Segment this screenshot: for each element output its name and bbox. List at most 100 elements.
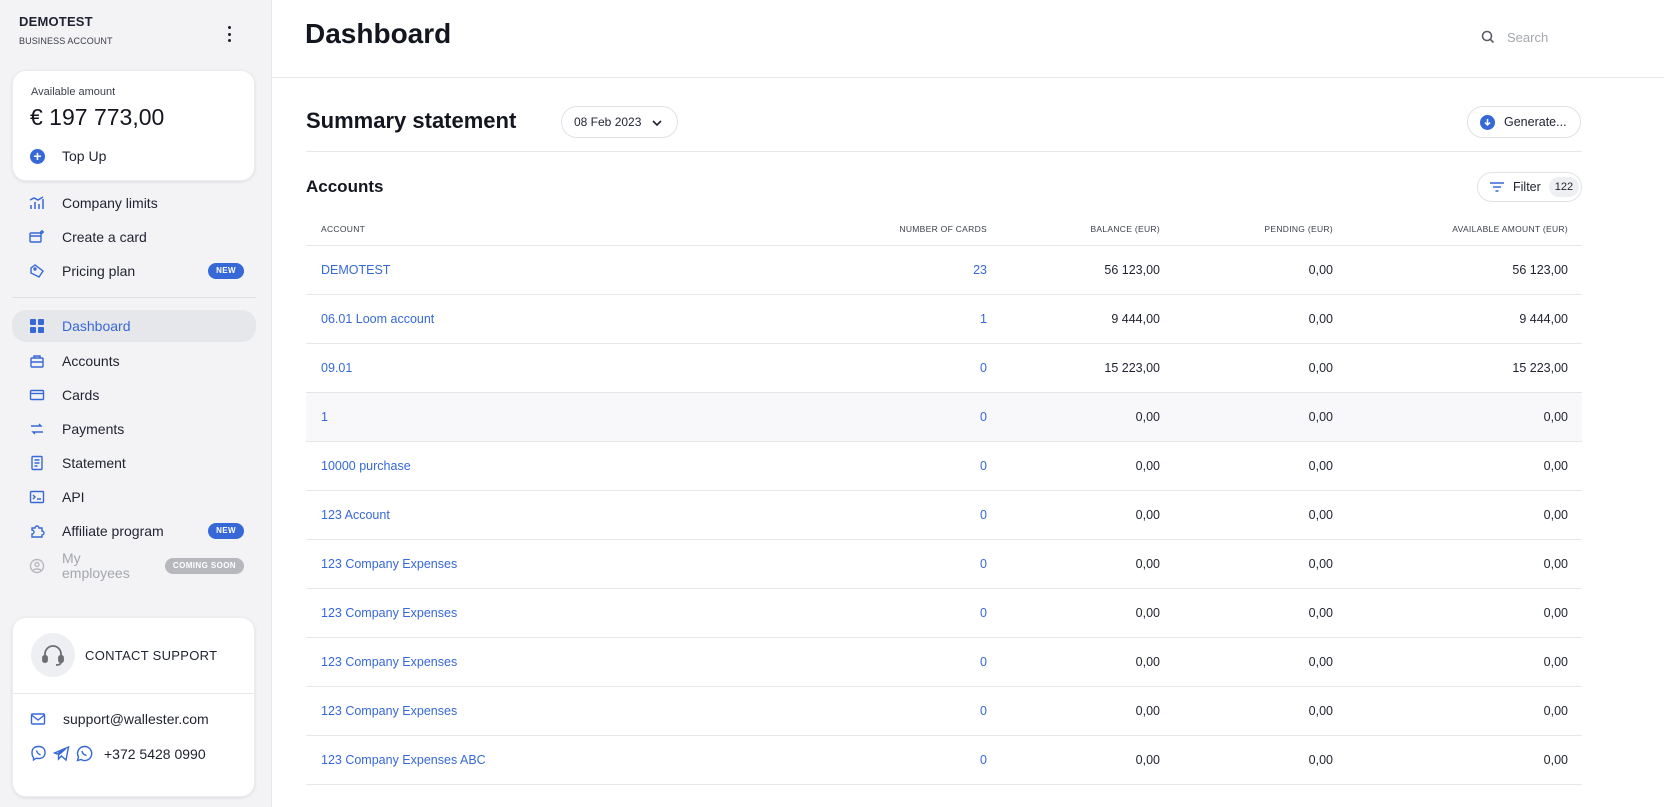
sidebar-item-label: My employees bbox=[62, 550, 130, 581]
column-header-balance[interactable]: BALANCE (EUR) bbox=[987, 224, 1160, 234]
support-email-link[interactable]: support@wallester.com bbox=[30, 711, 209, 727]
table-row[interactable]: 06.01 Loom account 1 9 444,00 0,00 9 444,00 bbox=[306, 295, 1582, 344]
available-cell: 0,00 bbox=[1543, 655, 1568, 669]
card-count-link[interactable]: 0 bbox=[865, 704, 987, 718]
credit-card-icon bbox=[29, 387, 45, 403]
puzzle-icon bbox=[29, 523, 45, 539]
more-options-icon[interactable] bbox=[224, 26, 234, 42]
account-name-link[interactable]: 123 Account bbox=[306, 508, 865, 522]
sidebar-item-payments[interactable]: Payments bbox=[12, 412, 256, 446]
account-name-link[interactable]: 123 Company Expenses ABC bbox=[306, 753, 865, 767]
table-row[interactable]: DEMOTEST 23 56 123,00 0,00 56 123,00 bbox=[306, 246, 1582, 295]
table-row[interactable]: 1 0 0,00 0,00 0,00 bbox=[306, 393, 1582, 442]
column-header-cards[interactable]: NUMBER OF CARDS bbox=[865, 224, 987, 234]
balance-cell: 0,00 bbox=[1135, 508, 1160, 522]
main-nav: Dashboard Accounts Cards Payments Statem… bbox=[12, 310, 256, 584]
filter-icon bbox=[1489, 180, 1505, 194]
coming-soon-badge: COMING SOON bbox=[164, 558, 244, 574]
top-up-label: Top Up bbox=[62, 148, 107, 164]
bar-chart-icon bbox=[29, 195, 45, 211]
sidebar-item-create-card[interactable]: Create a card bbox=[12, 220, 256, 254]
support-card: CONTACT SUPPORT support@wallester.com +3… bbox=[12, 617, 255, 797]
pending-cell: 0,00 bbox=[1308, 753, 1333, 767]
card-count-link[interactable]: 0 bbox=[865, 361, 987, 375]
search-input[interactable]: Search bbox=[1480, 25, 1600, 49]
card-count-link[interactable]: 0 bbox=[865, 508, 987, 522]
sidebar-item-cards[interactable]: Cards bbox=[12, 378, 256, 412]
sidebar-item-dashboard[interactable]: Dashboard bbox=[12, 310, 256, 342]
new-badge: NEW bbox=[208, 523, 244, 539]
user-circle-icon bbox=[29, 558, 45, 574]
available-cell: 0,00 bbox=[1543, 557, 1568, 571]
telegram-icon[interactable] bbox=[53, 745, 70, 762]
card-plus-icon bbox=[29, 229, 45, 245]
briefcase-icon bbox=[29, 353, 45, 369]
table-row[interactable]: 09.01 0 15 223,00 0,00 15 223,00 bbox=[306, 344, 1582, 393]
top-up-button[interactable]: + Top Up bbox=[30, 148, 106, 164]
pending-cell: 0,00 bbox=[1308, 263, 1333, 277]
account-name-link[interactable]: 1 bbox=[306, 410, 865, 424]
download-icon bbox=[1480, 114, 1495, 130]
sidebar-item-affiliate-program[interactable]: Affiliate program NEW bbox=[12, 514, 256, 548]
tag-icon bbox=[29, 263, 45, 279]
sidebar-item-label: Pricing plan bbox=[62, 263, 136, 279]
sidebar-item-api[interactable]: API bbox=[12, 480, 256, 514]
available-cell: 9 444,00 bbox=[1519, 312, 1568, 326]
sidebar-item-label: API bbox=[62, 489, 85, 505]
sidebar-item-label: Cards bbox=[62, 387, 100, 403]
table-row[interactable]: 123 Company Expenses 0 0,00 0,00 0,00 bbox=[306, 540, 1582, 589]
chevron-down-icon bbox=[651, 116, 663, 128]
sidebar-item-my-employees: My employees COMING SOON bbox=[12, 548, 256, 584]
sidebar-item-company-limits[interactable]: Company limits bbox=[12, 186, 256, 220]
balance-cell: 0,00 bbox=[1135, 557, 1160, 571]
sidebar-item-label: Statement bbox=[62, 455, 126, 471]
date-picker[interactable]: 08 Feb 2023 bbox=[561, 106, 678, 138]
top-bar: Dashboard Search bbox=[272, 0, 1664, 78]
org-name: DEMOTEST bbox=[19, 14, 93, 29]
column-header-available[interactable]: AVAILABLE AMOUNT (EUR) bbox=[1333, 224, 1568, 234]
generate-button[interactable]: Generate... bbox=[1467, 106, 1581, 138]
sidebar-item-statement[interactable]: Statement bbox=[12, 446, 256, 480]
column-header-pending[interactable]: PENDING (EUR) bbox=[1160, 224, 1333, 234]
org-header: DEMOTEST BUSINESS ACCOUNT bbox=[19, 14, 113, 46]
sidebar-item-accounts[interactable]: Accounts bbox=[12, 344, 256, 378]
account-name-link[interactable]: 123 Company Expenses bbox=[306, 655, 865, 669]
card-count-link[interactable]: 23 bbox=[865, 263, 987, 277]
support-email: support@wallester.com bbox=[63, 711, 209, 727]
quick-links: Company limits Create a card Pricing pla… bbox=[12, 186, 256, 288]
filter-button[interactable]: Filter 122 bbox=[1477, 172, 1582, 202]
account-name-link[interactable]: 123 Company Expenses bbox=[306, 606, 865, 620]
card-count-link[interactable]: 1 bbox=[865, 312, 987, 326]
available-cell: 0,00 bbox=[1543, 410, 1568, 424]
card-count-link[interactable]: 0 bbox=[865, 753, 987, 767]
table-row[interactable]: 123 Company Expenses 0 0,00 0,00 0,00 bbox=[306, 589, 1582, 638]
account-name-link[interactable]: DEMOTEST bbox=[306, 263, 865, 277]
account-name-link[interactable]: 06.01 Loom account bbox=[306, 312, 865, 326]
pending-cell: 0,00 bbox=[1308, 459, 1333, 473]
account-name-link[interactable]: 123 Company Expenses bbox=[306, 557, 865, 571]
viber-icon[interactable] bbox=[30, 745, 47, 762]
table-row[interactable]: 10000 purchase 0 0,00 0,00 0,00 bbox=[306, 442, 1582, 491]
card-count-link[interactable]: 0 bbox=[865, 606, 987, 620]
available-cell: 15 223,00 bbox=[1512, 361, 1568, 375]
balance-label: Available amount bbox=[31, 86, 116, 98]
card-count-link[interactable]: 0 bbox=[865, 459, 987, 473]
sidebar: DEMOTEST BUSINESS ACCOUNT Available amou… bbox=[0, 0, 272, 807]
account-name-link[interactable]: 10000 purchase bbox=[306, 459, 865, 473]
card-count-link[interactable]: 0 bbox=[865, 410, 987, 424]
account-name-link[interactable]: 123 Company Expenses bbox=[306, 704, 865, 718]
balance-value: € 197 773,00 bbox=[30, 104, 165, 130]
account-name-link[interactable]: 09.01 bbox=[306, 361, 865, 375]
card-count-link[interactable]: 0 bbox=[865, 557, 987, 571]
table-row[interactable]: 123 Company Expenses 0 0,00 0,00 0,00 bbox=[306, 638, 1582, 687]
column-header-account[interactable]: ACCOUNT bbox=[306, 224, 865, 234]
whatsapp-icon[interactable] bbox=[76, 745, 93, 762]
sidebar-item-pricing-plan[interactable]: Pricing plan NEW bbox=[12, 254, 256, 288]
table-row[interactable]: 123 Company Expenses ABC 0 0,00 0,00 0,00 bbox=[306, 736, 1582, 785]
pending-cell: 0,00 bbox=[1308, 606, 1333, 620]
search-placeholder: Search bbox=[1507, 29, 1549, 45]
balance-cell: 9 444,00 bbox=[1111, 312, 1160, 326]
table-row[interactable]: 123 Company Expenses 0 0,00 0,00 0,00 bbox=[306, 687, 1582, 736]
table-row[interactable]: 123 Account 0 0,00 0,00 0,00 bbox=[306, 491, 1582, 540]
card-count-link[interactable]: 0 bbox=[865, 655, 987, 669]
